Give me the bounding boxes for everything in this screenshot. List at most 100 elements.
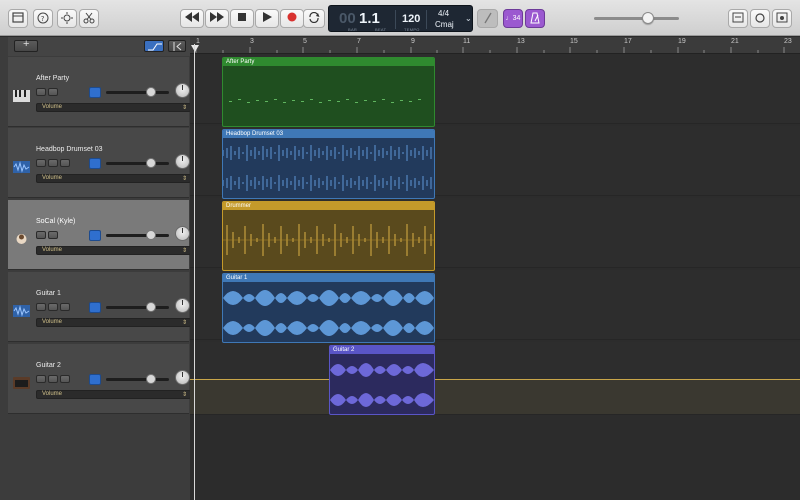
region-guitar-2[interactable]: Guitar 2: [329, 345, 435, 415]
fast-forward-button[interactable]: [205, 9, 229, 28]
record-enable-icon[interactable]: [60, 159, 70, 167]
region-headbop-drumset[interactable]: Headbop Drumset 03: [222, 129, 435, 199]
record-enable-icon[interactable]: [60, 303, 70, 311]
smart-controls-button[interactable]: [57, 9, 77, 28]
headphones-icon[interactable]: [48, 375, 58, 383]
automation-toggle-button[interactable]: [144, 40, 164, 52]
mute-icon[interactable]: [36, 375, 46, 383]
volume-knob[interactable]: [146, 302, 156, 312]
automation-icon[interactable]: [89, 374, 101, 385]
track-headers: + After Party Volume ⇕ Headbop Drumset 03…: [0, 37, 191, 500]
loop-icon: [755, 13, 765, 23]
headphones-icon[interactable]: [48, 303, 58, 311]
plus-icon: +: [23, 38, 30, 50]
stop-button[interactable]: [230, 9, 254, 28]
notepad-button[interactable]: [728, 9, 748, 28]
help-icon: ?: [37, 12, 49, 24]
ruler-mark: 13: [517, 38, 525, 45]
headphones-icon[interactable]: [48, 159, 58, 167]
track-name[interactable]: After Party: [36, 75, 69, 82]
volume-knob[interactable]: [146, 374, 156, 384]
record-button[interactable]: [280, 9, 304, 28]
pan-knob[interactable]: [175, 370, 190, 385]
track-name[interactable]: SoCal (Kyle): [36, 218, 75, 225]
quick-help-button[interactable]: ?: [33, 9, 53, 28]
tuner-button[interactable]: [477, 9, 498, 28]
mute-icon[interactable]: [36, 231, 46, 239]
loop-browser-button[interactable]: [750, 9, 770, 28]
volume-knob[interactable]: [146, 87, 156, 97]
ruler-mark: 15: [570, 38, 578, 45]
tracks-area[interactable]: After Party Headbop Drumset 03 Drummer G…: [190, 54, 800, 500]
chevron-down-icon[interactable]: ⌄: [465, 14, 472, 23]
timeline-ruler[interactable]: 1 3 5 7 9 11 13 15 17 19 21 23: [190, 37, 800, 54]
track-header[interactable]: SoCal (Kyle) Volume ⇕: [8, 200, 191, 270]
metronome-icon: [530, 12, 540, 24]
region-guitar-1[interactable]: Guitar 1: [222, 273, 435, 343]
lcd-display[interactable]: 00 1.1 BAR BEAT 120 TEMPO 4/4 Cmaj ⌄: [328, 5, 473, 32]
automation-icon[interactable]: [89, 87, 101, 98]
automation-parameter-select[interactable]: Volume ⇕: [36, 318, 191, 327]
waveform: [223, 224, 434, 256]
automation-icon[interactable]: [89, 158, 101, 169]
volume-knob[interactable]: [146, 158, 156, 168]
rewind-button[interactable]: [180, 9, 204, 28]
mute-icon[interactable]: [36, 303, 46, 311]
ruler-mark: 5: [303, 38, 307, 45]
media-browser-button[interactable]: [772, 9, 792, 28]
mute-icon[interactable]: [36, 159, 46, 167]
automation-icon[interactable]: [89, 230, 101, 241]
count-in-button[interactable]: ♩34: [503, 9, 523, 28]
region-after-party[interactable]: After Party: [222, 57, 435, 127]
automation-parameter-select[interactable]: Volume ⇕: [36, 103, 191, 112]
track-header[interactable]: Headbop Drumset 03 Volume ⇕: [8, 128, 191, 198]
volume-slider[interactable]: [106, 234, 169, 237]
automation-icon[interactable]: [89, 302, 101, 313]
waveform: [223, 145, 432, 191]
track-name[interactable]: Guitar 1: [36, 290, 61, 297]
track-header[interactable]: After Party Volume ⇕: [8, 57, 191, 127]
automation-parameter-select[interactable]: Volume ⇕: [36, 246, 191, 255]
volume-slider[interactable]: [106, 378, 169, 381]
automation-parameter-select[interactable]: Volume ⇕: [36, 174, 191, 183]
headphones-icon[interactable]: [48, 231, 58, 239]
amp-icon: [13, 377, 30, 389]
mute-icon[interactable]: [36, 88, 46, 96]
ruler-mark: 19: [678, 38, 686, 45]
headphones-icon[interactable]: [48, 88, 58, 96]
catch-playhead-button[interactable]: [168, 40, 186, 52]
pan-knob[interactable]: [175, 154, 190, 169]
track-name[interactable]: Guitar 2: [36, 362, 61, 369]
volume-knob[interactable]: [146, 230, 156, 240]
editors-button[interactable]: [79, 9, 99, 28]
record-enable-icon[interactable]: [60, 375, 70, 383]
library-button[interactable]: [8, 9, 28, 28]
pan-knob[interactable]: [175, 83, 190, 98]
region-label: Headbop Drumset 03: [223, 130, 434, 138]
track-name[interactable]: Headbop Drumset 03: [36, 146, 103, 153]
volume-slider[interactable]: [106, 162, 169, 165]
playhead[interactable]: [194, 44, 195, 500]
add-track-button[interactable]: +: [14, 38, 38, 52]
pan-knob[interactable]: [175, 226, 190, 241]
ruler-mark: 7: [357, 38, 361, 45]
ruler-mark: 11: [463, 38, 471, 45]
play-button[interactable]: [255, 9, 279, 28]
drummer-icon: [16, 234, 27, 244]
master-volume-knob[interactable]: [642, 12, 654, 24]
volume-slider[interactable]: [106, 91, 169, 94]
automation-parameter-select[interactable]: Volume ⇕: [36, 390, 191, 399]
track-header[interactable]: Guitar 2 Volume ⇕: [8, 344, 191, 414]
region-drummer[interactable]: Drummer: [222, 201, 435, 271]
volume-slider[interactable]: [106, 306, 169, 309]
track-header[interactable]: Guitar 1 Volume ⇕: [8, 272, 191, 342]
automation-lane[interactable]: [190, 379, 800, 415]
ruler-mark: 9: [411, 38, 415, 45]
library-icon: [12, 12, 24, 23]
pan-knob[interactable]: [175, 298, 190, 313]
playhead-marker-icon[interactable]: [191, 45, 199, 53]
metronome-button[interactable]: [525, 9, 545, 28]
smart-controls-icon: [61, 12, 73, 24]
cycle-button[interactable]: [303, 9, 325, 28]
master-volume-track[interactable]: [594, 17, 679, 20]
